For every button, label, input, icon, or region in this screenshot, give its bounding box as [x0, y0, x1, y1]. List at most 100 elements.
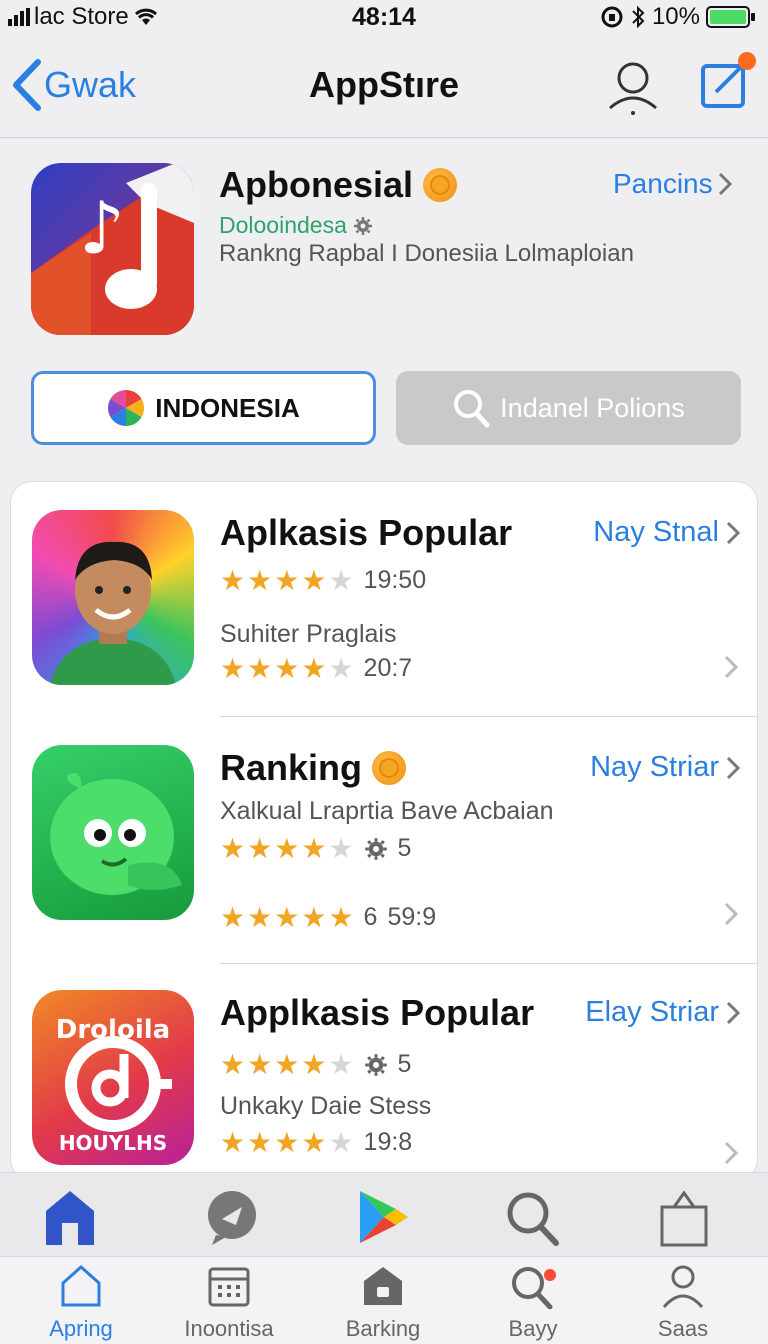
- star-filled-icon: ★: [301, 1048, 327, 1080]
- star-filled-icon: ★: [220, 901, 246, 933]
- star-filled-icon: ★: [220, 652, 246, 684]
- tab-apring[interactable]: Apring: [6, 1263, 156, 1342]
- star-filled-icon: ★: [247, 901, 273, 933]
- rating-row: ★ ★ ★ ★ ★ 20:7: [220, 654, 412, 683]
- app-icon-green-character: [32, 745, 194, 920]
- star-empty-icon: ★: [328, 652, 354, 684]
- star-rating: ★ ★ ★ ★ ★: [220, 564, 354, 596]
- featured-app-description: Rankng Rapbal I Donesiia Lolmaploian: [219, 240, 634, 267]
- chevron-right-icon: [718, 172, 732, 196]
- star-rating: ★ ★ ★ ★ ★: [220, 1126, 354, 1158]
- star-empty-icon: ★: [328, 564, 354, 596]
- app-list: Aplkasis Popular Nay Stnal ★ ★ ★ ★ ★ 19:50 S…: [10, 481, 758, 1181]
- tab-label: Saas: [657, 1316, 709, 1341]
- store-icon: [364, 1267, 402, 1305]
- star-filled-icon: ★: [247, 832, 273, 864]
- tab-label: Barking: [345, 1316, 421, 1341]
- gear-icon: [364, 837, 387, 860]
- chat-icon[interactable]: [202, 1187, 262, 1247]
- app-subtitle: Xalkual Lraprtia Bave Acbaian: [220, 797, 554, 825]
- search-icon: [454, 390, 490, 428]
- featured-app-title: Apbonesial: [219, 164, 458, 206]
- star-filled-icon: ★: [220, 564, 246, 596]
- list-item[interactable]: Aplkasis Popular Nay Stnal ★ ★ ★ ★ ★ 19:50 S…: [11, 482, 757, 716]
- person-icon: [662, 1265, 704, 1309]
- color-wheel-icon: [108, 390, 145, 426]
- star-filled-icon: ★: [247, 652, 273, 684]
- star-filled-icon: ★: [247, 564, 273, 596]
- app-icon-music-logo: Droloila HOUYLHS: [32, 990, 194, 1165]
- battery-percent: 10%: [651, 3, 700, 30]
- star-filled-icon: ★: [247, 1048, 273, 1080]
- rating-value: 5: [397, 1050, 412, 1078]
- star-filled-icon: ★: [274, 901, 300, 933]
- app-name: Ranking: [220, 747, 363, 788]
- app-name: Applkasis Popular: [220, 992, 535, 1033]
- featured-app-link[interactable]: Pancins: [613, 168, 733, 200]
- tab-label: Apring: [49, 1316, 113, 1341]
- app-link-label: Nay Stnal: [593, 516, 719, 548]
- chevron-right-icon[interactable]: [723, 1140, 739, 1166]
- home-icon[interactable]: [40, 1187, 100, 1247]
- rating-row: ★ ★ ★ ★ ★ 19:50: [220, 566, 426, 595]
- icon-logo-text-top: Droloila: [56, 1015, 170, 1045]
- star-filled-icon: ★: [301, 832, 327, 864]
- battery-icon: [706, 6, 755, 28]
- star-rating: ★ ★ ★ ★ ★: [220, 1048, 354, 1080]
- list-item[interactable]: Ranking Nay Striar Xalkual Lraprtia Bave…: [11, 717, 757, 963]
- app-link[interactable]: Elay Striar: [585, 996, 741, 1029]
- indonesia-button[interactable]: INDONESIA: [31, 371, 376, 445]
- star-filled-icon: ★: [301, 652, 327, 684]
- list-item[interactable]: Droloila HOUYLHS Applkasis Popular Elay …: [11, 964, 757, 1180]
- app-name: Aplkasis Popular: [220, 512, 513, 553]
- search-button[interactable]: Indanel Polions: [396, 371, 741, 445]
- shopping-bag-icon[interactable]: [654, 1187, 714, 1247]
- featured-link-label: Pancins: [613, 168, 713, 199]
- app-name-group: Ranking: [220, 747, 407, 789]
- notification-dot: [738, 52, 756, 70]
- play-store-icon[interactable]: [352, 1187, 412, 1247]
- tab-saas[interactable]: Saas: [608, 1263, 758, 1342]
- app-link[interactable]: Nay Stnal: [593, 516, 741, 549]
- rating-value: 5: [397, 834, 412, 862]
- app-dock: [0, 1172, 768, 1256]
- app-subtitle: Suhiter Praglais: [220, 620, 397, 648]
- developer-label: Doloоindesa: [219, 212, 347, 238]
- star-filled-icon: ★: [274, 832, 300, 864]
- status-bar: lac Store 48:14 10%: [0, 0, 768, 34]
- rating-row: ★ ★ ★ ★ ★ 5: [220, 1050, 411, 1079]
- featured-app-icon[interactable]: ♪: [31, 163, 194, 335]
- featured-app-name: Apbonesial: [219, 164, 414, 205]
- indonesia-label: INDONESIA: [155, 392, 300, 423]
- tab-inoontisa[interactable]: Inoontisa: [154, 1263, 304, 1342]
- tab-barking[interactable]: Barking: [308, 1263, 458, 1342]
- star-filled-icon: ★: [301, 901, 327, 933]
- chevron-right-icon: [726, 521, 741, 544]
- app-link-label: Elay Striar: [585, 996, 719, 1028]
- app-link-label: Nay Striar: [590, 751, 719, 783]
- rating-row: ★ ★ ★ ★ ★ 6 59:9: [220, 903, 436, 932]
- app-subtitle: Unkaky Daie Stess: [220, 1092, 432, 1120]
- rating-row: ★ ★ ★ ★ ★ 19:8: [220, 1128, 412, 1157]
- star-filled-icon: ★: [220, 1048, 246, 1080]
- rating-value: 19:50: [363, 566, 427, 594]
- star-filled-icon: ★: [220, 1126, 246, 1158]
- tab-bayy[interactable]: Bayy: [458, 1263, 608, 1342]
- chevron-right-icon[interactable]: [723, 654, 739, 680]
- search-icon: [512, 1267, 556, 1310]
- app-link[interactable]: Nay Striar: [590, 751, 741, 784]
- star-filled-icon: ★: [274, 1126, 300, 1158]
- user-icon[interactable]: [606, 58, 660, 116]
- star-rating: ★ ★ ★ ★ ★: [220, 832, 354, 864]
- chevron-right-icon[interactable]: [723, 901, 739, 927]
- star-filled-icon: ★: [220, 832, 246, 864]
- search-icon[interactable]: [502, 1187, 562, 1247]
- featured-app-developer[interactable]: Doloоindesa: [219, 212, 373, 239]
- star-filled-icon: ★: [274, 652, 300, 684]
- rating-value: 59:9: [387, 903, 437, 931]
- star-filled-icon: ★: [247, 1126, 273, 1158]
- star-filled-icon: ★: [301, 564, 327, 596]
- chevron-right-icon: [726, 756, 741, 779]
- navigation-bar: Gwak AppStıre: [0, 40, 768, 138]
- gear-icon: [364, 1053, 387, 1076]
